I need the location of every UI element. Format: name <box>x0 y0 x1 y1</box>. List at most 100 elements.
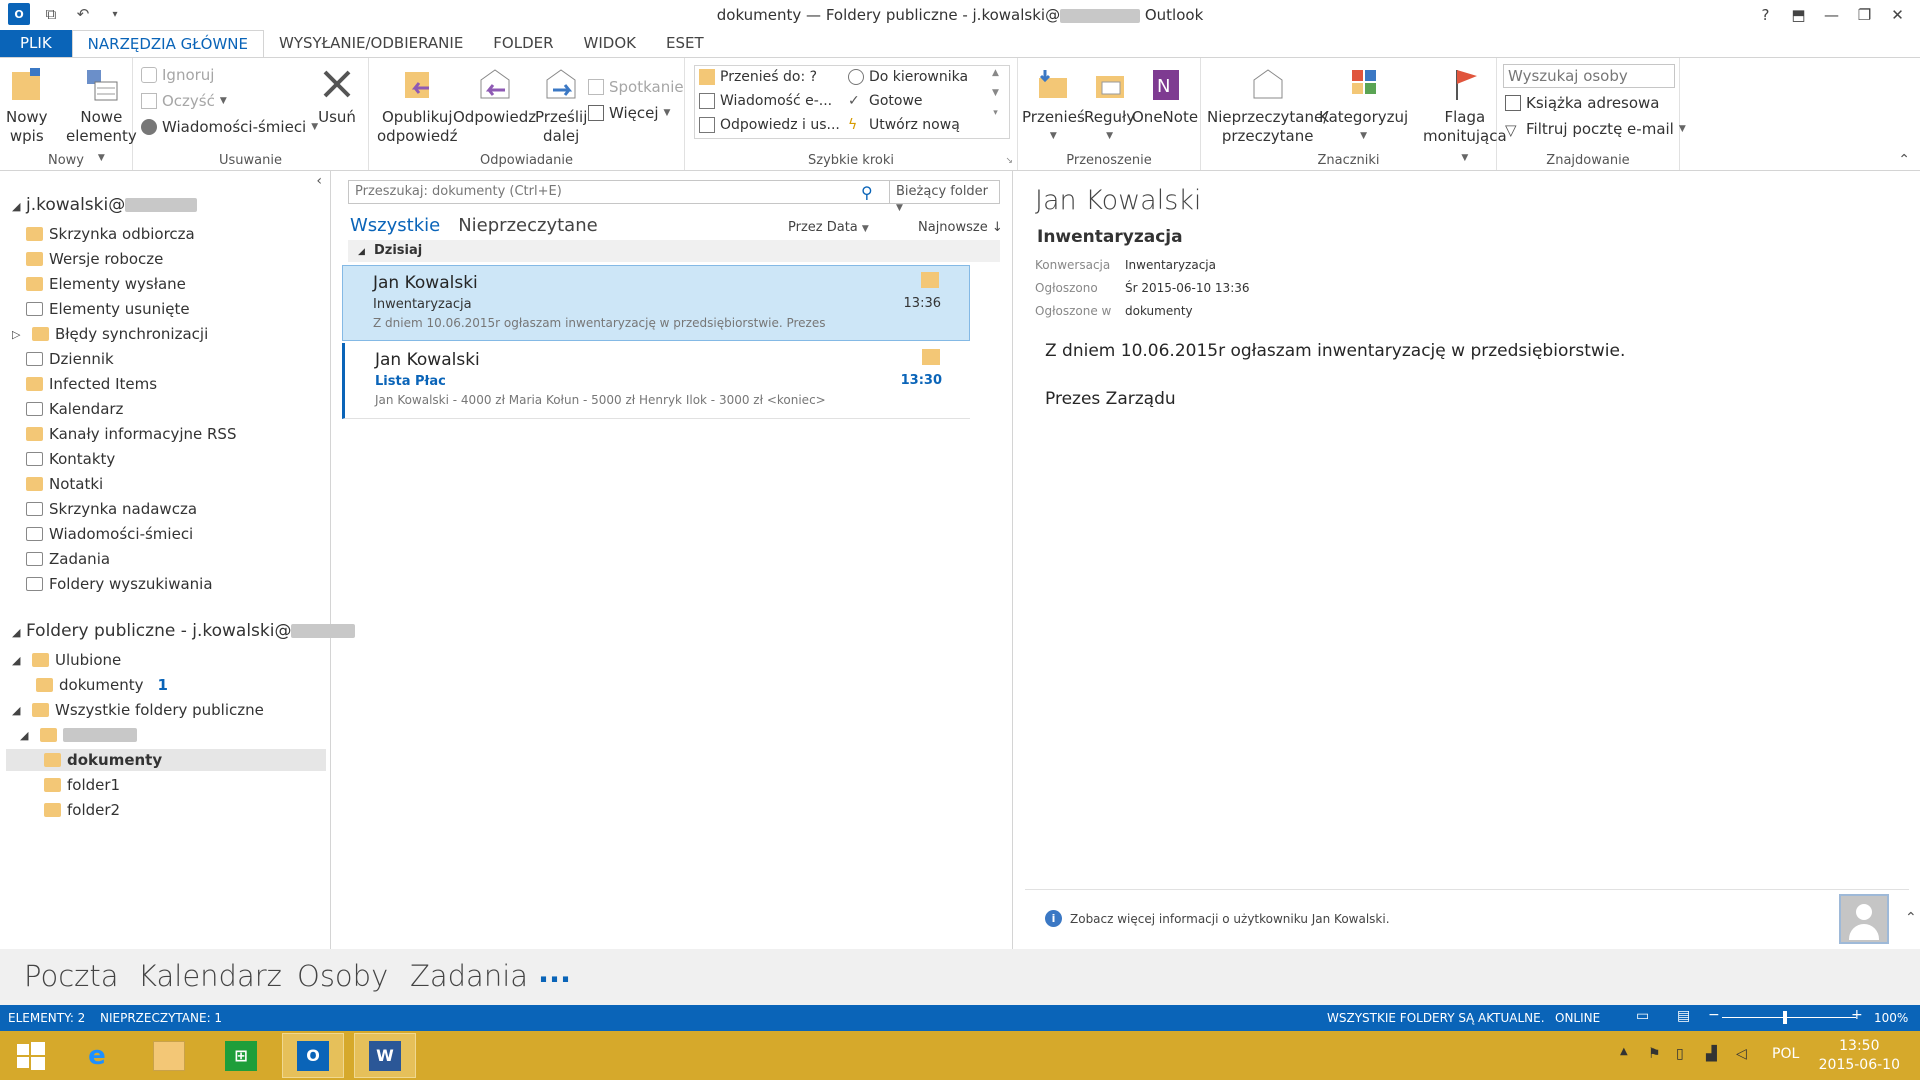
folder-favorites[interactable]: ◢ Ulubione <box>12 649 121 671</box>
categorize-button[interactable]: Kategoryzuj ▼ <box>1319 64 1408 146</box>
quick-steps-scroll[interactable]: ▲ ▼ ▾ <box>992 68 999 118</box>
search-people-input[interactable]: Wyszukaj osoby <box>1503 64 1675 88</box>
search-scope-dropdown[interactable]: Bieżący folder ▼ <box>889 181 999 213</box>
quick-step-done[interactable]: ✓ Gotowe <box>848 93 923 109</box>
input-language[interactable]: POL <box>1772 1046 1799 1062</box>
move-button[interactable]: Przenieś ▼ <box>1022 64 1085 146</box>
ribbon-display-icon[interactable]: ⬒ <box>1782 2 1815 28</box>
search-icon[interactable]: ⚲ <box>861 183 873 202</box>
group-header-today[interactable]: ◢ Dzisiaj <box>348 240 1000 262</box>
ignore-button[interactable]: Ignoruj <box>141 66 214 84</box>
nav-more-icon[interactable]: ... <box>538 955 571 989</box>
folder-inbox[interactable]: Skrzynka odbiorcza <box>26 223 195 245</box>
folder-folder1[interactable]: folder1 <box>44 774 120 796</box>
folder-tasks[interactable]: Zadania <box>26 548 110 570</box>
list-item[interactable]: Jan Kowalski Lista Płac Jan Kowalski - 4… <box>342 343 970 419</box>
folder-favorite-documents[interactable]: dokumenty 1 <box>36 674 168 696</box>
minimize-folder-pane-icon[interactable]: ‹ <box>316 173 322 189</box>
folder-calendar[interactable]: Kalendarz <box>26 398 123 420</box>
list-item[interactable]: Jan Kowalski Inwentaryzacja Z dniem 10.0… <box>342 265 970 341</box>
quick-step-reply-delete[interactable]: Odpowiedz i us... <box>699 117 840 133</box>
filter-all-tab[interactable]: Wszystkie <box>350 215 440 236</box>
taskbar-explorer[interactable] <box>138 1033 200 1078</box>
unread-read-button[interactable]: Nieprzeczytane/ przeczytane <box>1207 64 1328 146</box>
cleanup-button[interactable]: Oczyść ▼ <box>141 92 227 110</box>
zoom-out-icon[interactable]: − <box>1708 1007 1720 1023</box>
tab-send-receive[interactable]: WYSYŁANIE/ODBIERANIE <box>264 30 478 58</box>
nav-mail[interactable]: Poczta <box>24 959 119 993</box>
new-post-button[interactable]: Nowy wpis <box>6 64 48 146</box>
zoom-in-icon[interactable]: + <box>1851 1007 1863 1023</box>
avatar[interactable] <box>1839 894 1889 944</box>
quick-step-move-to[interactable]: Przenieś do: ? <box>699 69 817 85</box>
folder-contacts[interactable]: Kontakty <box>26 448 115 470</box>
folder-folder2[interactable]: folder2 <box>44 799 120 821</box>
expand-triangle-icon[interactable]: ▷ <box>12 328 26 341</box>
public-folders-root[interactable]: ◢ Foldery publiczne - j.kowalski@ <box>12 621 356 641</box>
folder-sent[interactable]: Elementy wysłane <box>26 273 186 295</box>
tab-file[interactable]: PLIK <box>0 30 72 58</box>
nav-tasks[interactable]: Zadania <box>410 959 528 993</box>
expand-triangle-icon[interactable]: ◢ <box>12 704 26 717</box>
tab-home[interactable]: NARZĘDZIA GŁÓWNE <box>71 30 264 58</box>
nav-people[interactable]: Osoby <box>297 959 388 993</box>
reply-button[interactable]: Odpowiedz <box>453 64 536 127</box>
folder-documents-selected[interactable]: dokumenty <box>6 749 326 771</box>
collapse-ribbon-icon[interactable]: ⌃ <box>1898 152 1910 168</box>
tab-folder[interactable]: FOLDER <box>478 30 568 58</box>
taskbar-store[interactable]: ⊞ <box>210 1033 272 1078</box>
onenote-button[interactable]: N OneNote <box>1132 64 1198 127</box>
expand-triangle-icon[interactable]: ◢ <box>20 729 34 742</box>
zoom-level[interactable]: 100% <box>1874 1011 1908 1025</box>
dialog-launcher-icon[interactable]: ↘ <box>1005 156 1013 166</box>
network-icon[interactable]: ▟ <box>1706 1046 1717 1062</box>
quick-step-to-manager[interactable]: Do kierownika <box>848 69 968 85</box>
folder-all-public[interactable]: ◢ Wszystkie foldery publiczne <box>12 699 264 721</box>
sort-order-toggle[interactable]: Najnowsze ↓ <box>918 220 1003 235</box>
forward-button[interactable]: Prześlij dalej <box>535 64 587 146</box>
folder-notes[interactable]: Notatki <box>26 473 103 495</box>
folder-drafts[interactable]: Wersje robocze <box>26 248 163 270</box>
more-respond-button[interactable]: Więcej ▼ <box>588 104 670 122</box>
chevron-up-icon[interactable]: ⌃ <box>1905 910 1917 926</box>
taskbar-outlook[interactable]: O <box>282 1033 344 1078</box>
expand-triangle-icon[interactable]: ◢ <box>12 654 26 667</box>
rules-button[interactable]: Reguły ▼ <box>1084 64 1135 146</box>
action-center-flag-icon[interactable]: ⚑ <box>1648 1046 1661 1062</box>
folder-search-folders[interactable]: Foldery wyszukiwania <box>26 573 213 595</box>
meeting-button[interactable]: Spotkanie <box>588 78 684 96</box>
sort-by-dropdown[interactable]: Przez Data ▼ <box>788 220 869 235</box>
gallery-more-icon[interactable]: ▾ <box>993 108 998 118</box>
folder-sync-issues[interactable]: ▷ Błędy synchronizacji <box>12 323 208 345</box>
quick-step-team-email[interactable]: Wiadomość e-... <box>699 93 832 109</box>
post-reply-button[interactable]: Opublikuj odpowiedź <box>377 64 457 146</box>
zoom-slider[interactable] <box>1722 1017 1856 1018</box>
chevron-down-icon[interactable]: ▼ <box>992 88 999 98</box>
address-book-button[interactable]: Książka adresowa <box>1505 94 1660 112</box>
tab-view[interactable]: WIDOK <box>569 30 651 58</box>
folder-infected[interactable]: Infected Items <box>26 373 157 395</box>
reading-view-icon[interactable]: ▤ <box>1677 1008 1690 1024</box>
reading-sender[interactable]: Jan Kowalski <box>1035 185 1201 216</box>
people-info[interactable]: i Zobacz więcej informacji o użytkowniku … <box>1045 910 1390 927</box>
search-input[interactable]: Przeszukaj: dokumenty (Ctrl+E) ⚲ Bieżący… <box>348 180 1000 213</box>
folder-deleted[interactable]: Elementy usunięte <box>26 298 190 320</box>
taskbar-word[interactable]: W <box>354 1033 416 1078</box>
volume-icon[interactable]: ◁ <box>1736 1046 1747 1062</box>
restore-icon[interactable]: ❐ <box>1848 2 1881 28</box>
close-icon[interactable]: ✕ <box>1881 2 1914 28</box>
chevron-up-icon[interactable]: ▲ <box>992 68 999 78</box>
expand-triangle-icon[interactable]: ◢ <box>12 200 26 213</box>
folder-journal[interactable]: Dziennik <box>26 348 114 370</box>
folder-redacted-parent[interactable]: ◢ <box>20 724 137 746</box>
filter-email-button[interactable]: ▽ Filtruj pocztę e-mail ▼ <box>1505 120 1686 139</box>
help-icon[interactable]: ? <box>1749 2 1782 28</box>
folder-rss[interactable]: Kanały informacyjne RSS <box>26 423 236 445</box>
power-icon[interactable]: ▯ <box>1676 1046 1684 1062</box>
nav-calendar[interactable]: Kalendarz <box>138 959 282 993</box>
zoom-slider-thumb[interactable] <box>1783 1011 1787 1024</box>
account-root[interactable]: ◢ j.kowalski@ <box>12 195 198 215</box>
junk-button[interactable]: Wiadomości-śmieci ▼ <box>141 118 318 136</box>
folder-junk[interactable]: Wiadomości-śmieci <box>26 523 193 545</box>
filter-unread-tab[interactable]: Nieprzeczytane <box>458 215 597 236</box>
